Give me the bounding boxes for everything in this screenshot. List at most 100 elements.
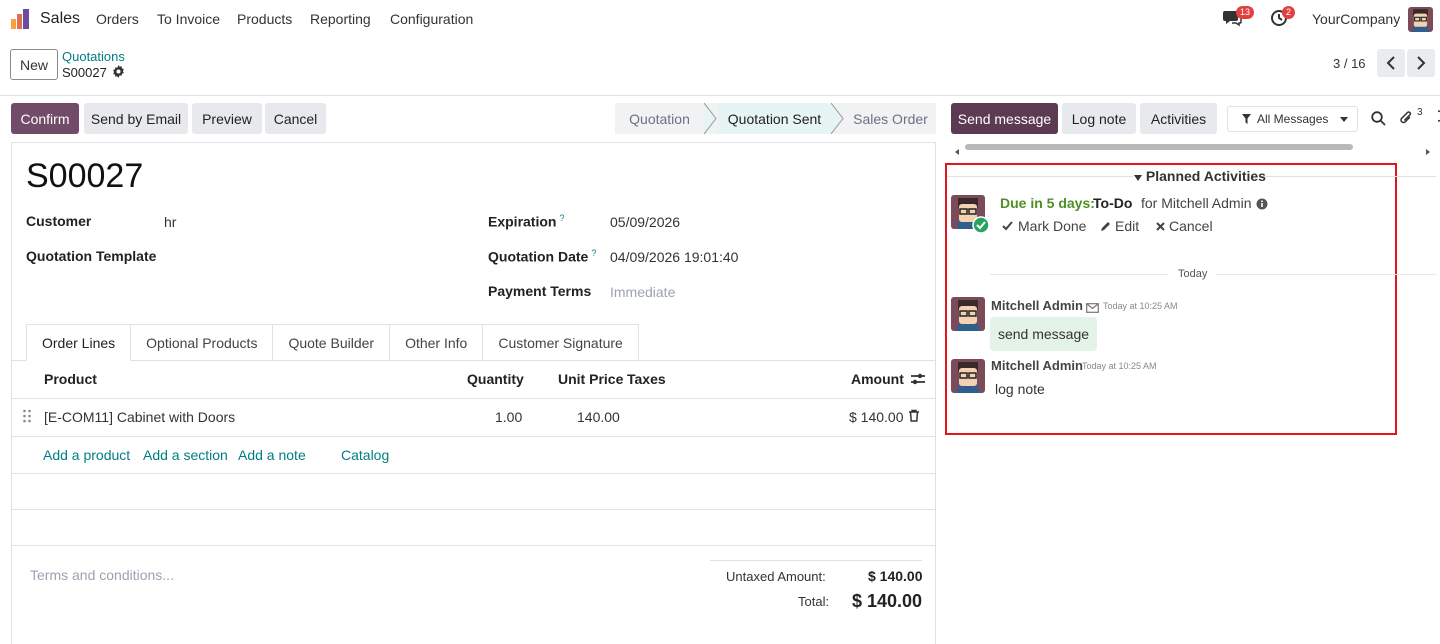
stage-label: Sales Order	[853, 110, 928, 127]
pager-value[interactable]: 3 / 16	[1333, 56, 1366, 71]
planned-activities-title: Planned Activities	[1145, 168, 1266, 184]
nav-to-invoice[interactable]: To Invoice	[157, 11, 220, 27]
order-name: S00027	[26, 157, 144, 195]
line-product[interactable]: [E-COM11] Cabinet with Doors	[44, 409, 235, 425]
drag-handle-icon[interactable]	[22, 409, 32, 426]
add-note-link[interactable]: Add a note	[238, 447, 306, 463]
customer-field[interactable]: hr	[164, 214, 176, 230]
check-icon	[1002, 221, 1013, 231]
message-author[interactable]: Mitchell Admin	[991, 298, 1083, 313]
app-name[interactable]: Sales	[40, 10, 80, 28]
help-icon[interactable]: ?	[559, 213, 564, 223]
stage-quotation-sent[interactable]: Quotation Sent	[718, 103, 831, 134]
log-note-button[interactable]: Log note	[1062, 103, 1136, 134]
totals-divider	[710, 560, 922, 561]
search-icon[interactable]	[1371, 111, 1386, 129]
message-filter-dropdown[interactable]: All Messages	[1227, 106, 1358, 132]
nav-configuration[interactable]: Configuration	[390, 11, 473, 27]
catalog-link[interactable]: Catalog	[341, 447, 389, 463]
tab-optional-products[interactable]: Optional Products	[131, 324, 274, 361]
close-icon	[1156, 221, 1165, 231]
paperclip-icon[interactable]	[1399, 110, 1413, 129]
terms-and-conditions-field[interactable]: Terms and conditions...	[30, 567, 174, 583]
tab-quote-builder[interactable]: Quote Builder	[273, 324, 391, 361]
cancel-activity-button[interactable]: Cancel	[1156, 218, 1213, 234]
message-body: log note	[995, 381, 1045, 397]
message-avatar[interactable]	[951, 359, 985, 393]
send-by-email-button[interactable]: Send by Email	[84, 103, 188, 134]
stage-sales-order[interactable]: Sales Order	[845, 103, 936, 134]
send-message-button[interactable]: Send message	[951, 103, 1058, 134]
cancel-label: Cancel	[1169, 218, 1213, 234]
column-amount[interactable]: Amount	[851, 371, 904, 387]
quotation-date-label-text: Quotation Date	[488, 248, 589, 265]
breadcrumb-quotations[interactable]: Quotations	[62, 49, 125, 64]
nav-reporting[interactable]: Reporting	[310, 11, 371, 27]
expiration-field[interactable]: 05/09/2026	[610, 214, 680, 230]
nav-products[interactable]: Products	[237, 11, 292, 27]
nav-orders[interactable]: Orders	[96, 11, 139, 27]
stage-label: Quotation	[629, 110, 690, 127]
total-label: Total:	[798, 594, 830, 609]
edit-activity-button[interactable]: Edit	[1100, 218, 1139, 234]
new-button[interactable]: New	[10, 49, 58, 80]
section-divider	[1262, 176, 1436, 177]
customer-label: Customer	[26, 213, 92, 229]
follow-icon[interactable]	[1431, 110, 1440, 126]
confirm-button[interactable]: Confirm	[11, 103, 79, 134]
activity-assignee: for Mitchell Admin	[1141, 195, 1252, 211]
info-icon[interactable]	[1256, 197, 1268, 213]
activities-button[interactable]: Activities	[1140, 103, 1217, 134]
mark-done-button[interactable]: Mark Done	[1002, 218, 1086, 234]
pager-previous-button[interactable]	[1377, 49, 1405, 77]
planned-activities-toggle[interactable]: Planned Activities	[1134, 168, 1266, 184]
stage-quotation[interactable]: Quotation	[615, 103, 704, 134]
column-taxes[interactable]: Taxes	[627, 371, 666, 387]
expiration-label-text: Expiration	[488, 213, 557, 230]
activity-type: To-Do	[1093, 195, 1133, 211]
trash-icon[interactable]	[908, 409, 920, 425]
cancel-button[interactable]: Cancel	[265, 103, 326, 134]
stage-label: Quotation Sent	[727, 110, 822, 127]
tab-customer-signature[interactable]: Customer Signature	[483, 324, 639, 361]
line-unit-price[interactable]: 140.00	[577, 409, 620, 425]
attachment-count: 3	[1417, 107, 1423, 118]
envelope-icon	[1086, 300, 1099, 316]
company-switcher[interactable]: YourCompany	[1312, 11, 1400, 27]
message-author[interactable]: Mitchell Admin	[991, 358, 1083, 373]
activity-due: Due in 5 days:	[1000, 195, 1095, 211]
mark-done-label: Mark Done	[1018, 218, 1087, 234]
stage-separator	[831, 103, 845, 134]
check-circle-icon	[972, 216, 990, 237]
help-icon[interactable]: ?	[591, 248, 596, 258]
add-section-link[interactable]: Add a section	[143, 447, 228, 463]
pager-next-button[interactable]	[1407, 49, 1435, 77]
column-quantity[interactable]: Quantity	[467, 371, 524, 387]
chevron-right-icon	[1417, 56, 1426, 70]
message-body: send message	[990, 317, 1097, 351]
date-divider	[990, 274, 1168, 275]
control-panel: New Quotations S00027 3 / 16	[0, 38, 1440, 96]
message-time: Today at 10:25 AM	[1082, 361, 1157, 371]
column-product[interactable]: Product	[44, 371, 97, 387]
caret-down-icon	[1340, 116, 1349, 122]
payment-terms-field[interactable]: Immediate	[610, 284, 675, 300]
filter-label: All Messages	[1257, 112, 1329, 126]
table-divider	[11, 473, 936, 474]
sales-app-icon[interactable]	[10, 8, 32, 30]
quotation-date-field[interactable]: 04/09/2026 19:01:40	[610, 249, 738, 265]
scrollbar-thumb[interactable]	[965, 144, 1353, 150]
column-unit-price[interactable]: Unit Price	[558, 371, 623, 387]
add-product-link[interactable]: Add a product	[43, 447, 130, 463]
tab-order-lines[interactable]: Order Lines	[26, 324, 132, 361]
user-avatar[interactable]	[1408, 7, 1433, 32]
date-separator: Today	[1178, 268, 1208, 280]
tab-other-info[interactable]: Other Info	[390, 324, 484, 361]
pencil-icon	[1101, 221, 1110, 231]
preview-button[interactable]: Preview	[192, 103, 262, 134]
optional-columns-icon[interactable]	[910, 372, 926, 389]
table-divider	[11, 436, 936, 437]
message-avatar[interactable]	[951, 297, 985, 331]
gear-icon[interactable]	[112, 65, 125, 81]
line-quantity[interactable]: 1.00	[495, 409, 522, 425]
